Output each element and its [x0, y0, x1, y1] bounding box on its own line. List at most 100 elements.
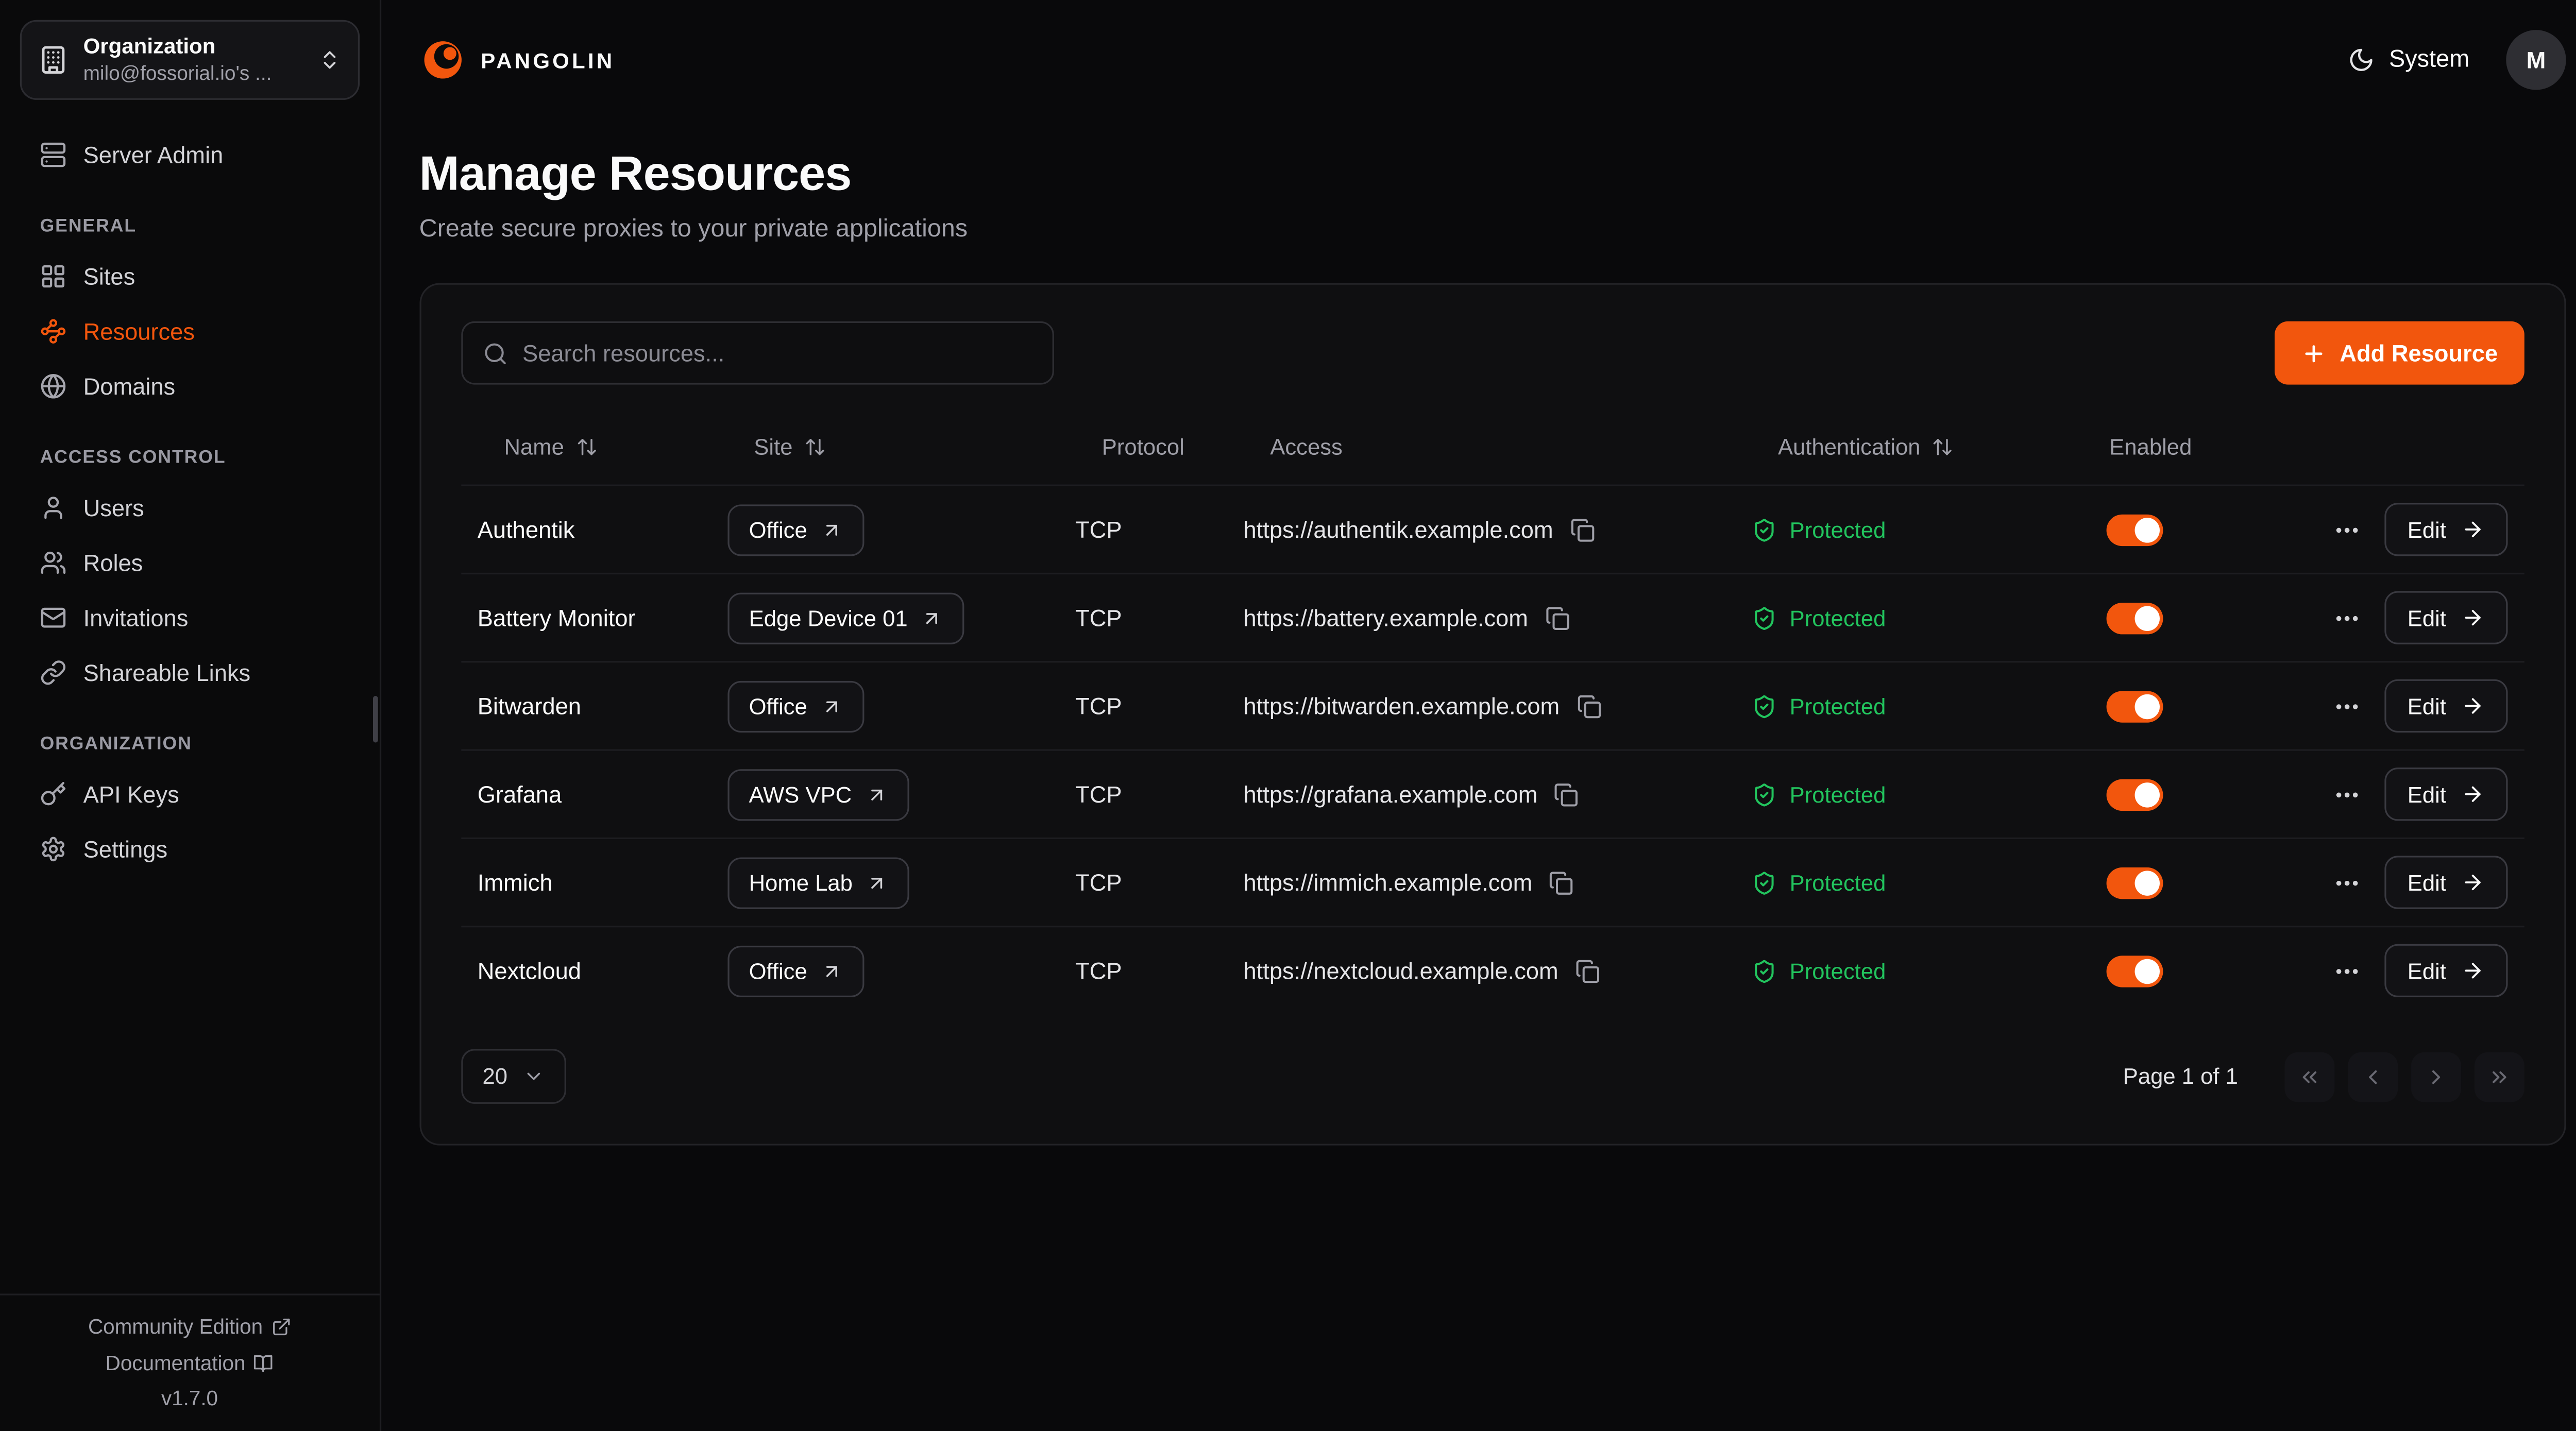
site-link-button[interactable]: Office [727, 945, 864, 996]
enabled-toggle[interactable] [2106, 690, 2163, 722]
enabled-toggle[interactable] [2106, 514, 2163, 545]
sidebar-item-settings[interactable]: Settings [20, 821, 359, 876]
sidebar-item-users[interactable]: Users [20, 480, 359, 535]
site-link-button[interactable]: Office [727, 680, 864, 731]
resource-protocol: TCP [1075, 869, 1243, 896]
site-name: Office [749, 958, 807, 983]
edit-button[interactable]: Edit [2384, 591, 2508, 644]
resource-name: Authentik [478, 516, 727, 543]
site-link-button[interactable]: Home Lab [727, 857, 909, 908]
edit-button[interactable]: Edit [2384, 768, 2508, 821]
sidebar-item-shareable-links[interactable]: Shareable Links [20, 644, 359, 700]
sidebar-item-roles[interactable]: Roles [20, 535, 359, 590]
resources-table: Name Site Protocol Access Authenticati [461, 408, 2524, 1014]
theme-label: System [2389, 46, 2469, 73]
community-edition-link[interactable]: Community Edition [88, 1317, 291, 1338]
table-row: Battery Monitor Edge Device 01 TCP https… [461, 573, 2524, 661]
avatar[interactable]: M [2506, 30, 2566, 90]
sort-icon [1932, 435, 1954, 457]
next-page-button[interactable] [2411, 1051, 2461, 1101]
access-url: https://immich.example.com [1244, 869, 1533, 896]
auth-status-badge: Protected [1790, 781, 1886, 806]
column-label: Name [504, 434, 564, 458]
copy-url-button[interactable] [1549, 870, 1574, 895]
site-link-button[interactable]: Edge Device 01 [727, 592, 964, 643]
row-menu-button[interactable] [2332, 957, 2361, 985]
enabled-toggle[interactable] [2106, 778, 2163, 810]
sidebar-nav: Server Admin GENERAL Sites Resources Dom… [0, 120, 379, 876]
community-edition-label: Community Edition [88, 1317, 263, 1338]
documentation-link[interactable]: Documentation [106, 1353, 274, 1373]
row-menu-button[interactable] [2332, 868, 2361, 897]
shield-check-icon [1751, 958, 1776, 983]
copy-url-button[interactable] [1545, 605, 1569, 630]
resource-protocol: TCP [1075, 957, 1243, 984]
shield-check-icon [1751, 517, 1776, 542]
sidebar-item-server-admin[interactable]: Server Admin [20, 127, 359, 182]
enabled-toggle[interactable] [2106, 955, 2163, 986]
row-menu-button[interactable] [2332, 604, 2361, 632]
column-label: Protocol [1102, 434, 1184, 458]
ellipsis-icon [2332, 868, 2361, 897]
users-icon [40, 549, 67, 575]
sidebar-item-invitations[interactable]: Invitations [20, 589, 359, 644]
edit-button[interactable]: Edit [2384, 679, 2508, 732]
copy-url-button[interactable] [1577, 693, 1601, 718]
add-resource-button[interactable]: Add Resource [2275, 321, 2524, 385]
last-page-button[interactable] [2475, 1051, 2524, 1101]
copy-icon [1570, 517, 1595, 542]
previous-page-button[interactable] [2348, 1051, 2398, 1101]
key-icon [40, 780, 67, 807]
toggle-knob [2134, 958, 2159, 983]
row-menu-button[interactable] [2332, 692, 2361, 720]
copy-url-button[interactable] [1575, 958, 1600, 983]
sidebar-scrollbar[interactable] [372, 696, 378, 742]
column-header-authentication[interactable]: Authentication [1751, 434, 2082, 458]
page-head: Manage Resources Create secure proxies t… [419, 148, 2566, 243]
toggle-knob [2134, 693, 2159, 718]
edit-button[interactable]: Edit [2384, 856, 2508, 909]
copy-url-button[interactable] [1570, 517, 1595, 542]
ellipsis-icon [2332, 604, 2361, 632]
column-header-enabled: Enabled [2082, 434, 2332, 458]
copy-icon [1554, 781, 1579, 806]
sidebar: Organization milo@fossorial.io's ... Ser… [0, 0, 381, 1431]
page-size-select[interactable]: 20 [461, 1049, 566, 1104]
arrow-right-icon [2461, 694, 2484, 718]
row-menu-button[interactable] [2332, 780, 2361, 808]
first-page-button[interactable] [2284, 1051, 2334, 1101]
sidebar-item-sites[interactable]: Sites [20, 248, 359, 303]
auth-status-badge: Protected [1790, 870, 1886, 895]
sidebar-item-domains[interactable]: Domains [20, 358, 359, 413]
edit-button[interactable]: Edit [2384, 503, 2508, 556]
column-header-site[interactable]: Site [727, 434, 1076, 458]
row-menu-button[interactable] [2332, 515, 2361, 543]
copy-icon [1549, 870, 1574, 895]
user-icon [40, 493, 67, 520]
server-icon [40, 141, 67, 167]
sidebar-item-resources[interactable]: Resources [20, 303, 359, 358]
copy-url-button[interactable] [1554, 781, 1579, 806]
column-header-name[interactable]: Name [478, 434, 727, 458]
sidebar-item-api-keys[interactable]: API Keys [20, 766, 359, 821]
auth-status-badge: Protected [1790, 958, 1886, 983]
sidebar-item-label: Roles [83, 549, 143, 575]
site-link-button[interactable]: Office [727, 504, 864, 555]
table-body: Authentik Office TCP https://authentik.e… [461, 485, 2524, 1014]
org-title: Organization [83, 33, 303, 61]
edit-label: Edit [2408, 693, 2446, 718]
org-switcher[interactable]: Organization milo@fossorial.io's ... [20, 20, 359, 100]
chevron-down-icon [522, 1066, 544, 1087]
link-icon [40, 658, 67, 685]
enabled-toggle[interactable] [2106, 866, 2163, 898]
search-input[interactable] [522, 339, 1032, 366]
page-info: Page 1 of 1 [2123, 1064, 2238, 1088]
resource-protocol: TCP [1075, 781, 1243, 808]
enabled-toggle[interactable] [2106, 602, 2163, 633]
resource-protocol: TCP [1075, 693, 1243, 720]
sidebar-footer: Community Edition Documentation v1.7.0 [0, 1293, 379, 1431]
theme-toggle-button[interactable]: System [2347, 46, 2469, 73]
site-link-button[interactable]: AWS VPC [727, 769, 909, 820]
edit-button[interactable]: Edit [2384, 944, 2508, 997]
topbar: PANGOLIN System M [419, 0, 2566, 120]
